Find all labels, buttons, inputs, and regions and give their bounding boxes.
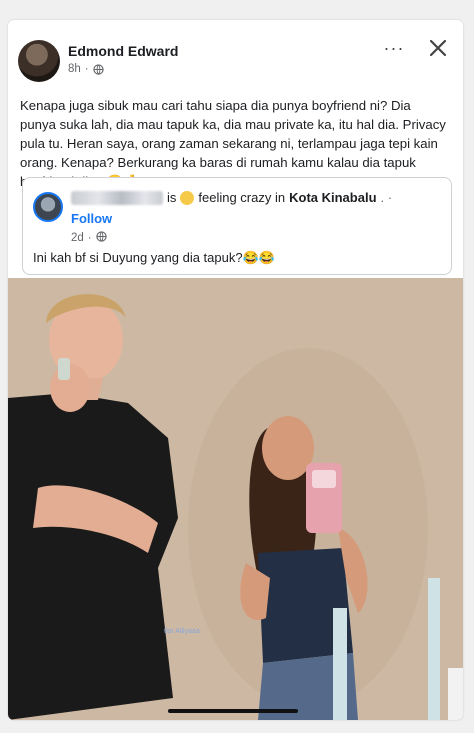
close-button[interactable]	[426, 36, 450, 60]
meta-separator: ·	[84, 63, 89, 75]
follow-link[interactable]: Follow	[71, 211, 112, 226]
post-time[interactable]: 8h	[68, 63, 81, 75]
shared-is-text: is	[167, 190, 177, 205]
globe-icon	[92, 63, 104, 75]
story-frame: Edmond Edward 8h · ··· Kenapa juga sibuk…	[0, 0, 474, 733]
photo-watermark: tlor Alliyaaa	[164, 628, 200, 635]
post-card: Edmond Edward 8h · ··· Kenapa juga sibuk…	[8, 20, 463, 720]
feeling-text: feeling crazy in	[198, 190, 286, 205]
more-options-button[interactable]: ···	[380, 38, 408, 62]
shared-avatar[interactable]	[33, 192, 63, 222]
home-indicator[interactable]	[168, 709, 298, 713]
location-link[interactable]: Kota Kinabalu	[289, 190, 376, 205]
shared-photo[interactable]: tlor Alliyaaa	[8, 278, 463, 720]
avatar[interactable]	[18, 40, 60, 82]
globe-icon	[95, 231, 107, 245]
post-header: Edmond Edward 8h · ···	[8, 20, 463, 90]
location-trailing: . ·	[380, 190, 393, 205]
blurred-username	[71, 190, 163, 205]
shared-meta-separator: ·	[87, 232, 92, 244]
shared-time[interactable]: 2d	[71, 232, 84, 244]
author-name[interactable]: Edmond Edward	[68, 43, 178, 59]
shared-post-text: Ini kah bf si Duyung yang dia tapuk?😂😂	[33, 250, 275, 265]
shared-post[interactable]: is feeling crazy in Kota Kinabalu . · Fo…	[22, 177, 452, 275]
photo-illustration	[8, 278, 463, 720]
close-icon	[429, 39, 447, 57]
shared-header-line: is feeling crazy in Kota Kinabalu . ·	[71, 190, 392, 205]
crazy-face-emoji-icon	[180, 190, 195, 205]
shared-meta: 2d ·	[71, 231, 107, 245]
post-meta: 8h ·	[68, 63, 104, 75]
